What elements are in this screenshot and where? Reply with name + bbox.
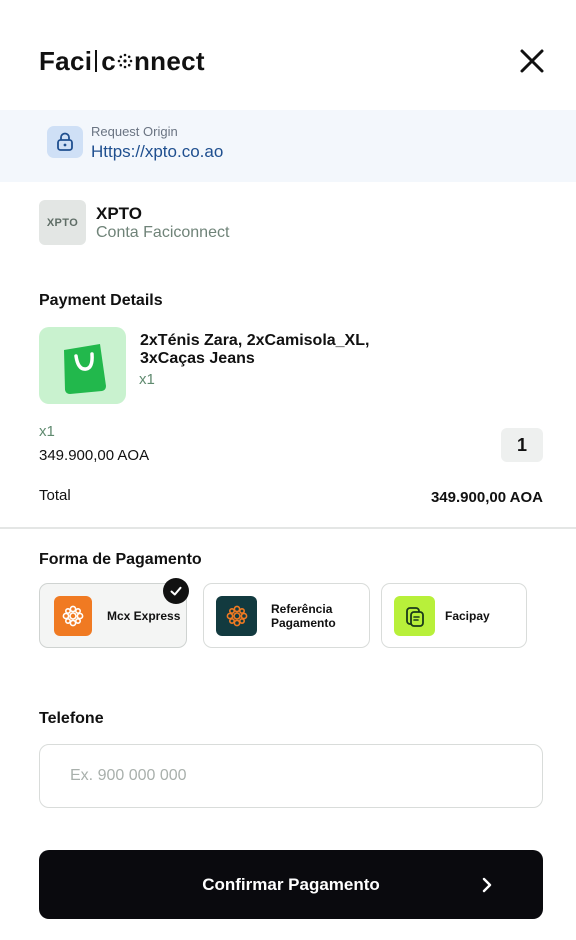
product-name: 2xTénis Zara, 2xCamisola_XL, 3xCaças Jea… — [140, 332, 370, 367]
lock-icon-container — [47, 126, 83, 158]
confirm-payment-button[interactable]: Confirmar Pagamento — [39, 850, 543, 919]
lock-icon — [57, 132, 73, 151]
phone-input[interactable] — [39, 744, 543, 808]
merchant-subtitle: Conta Faciconnect — [96, 224, 230, 241]
merchant-logo: XPTO — [39, 200, 86, 245]
phone-label: Telefone — [39, 710, 104, 727]
header: Faci c nnect — [0, 0, 576, 110]
payment-option-facipay[interactable]: Facipay — [381, 583, 527, 648]
mcx-express-icon — [54, 595, 92, 636]
chevron-right-icon — [482, 877, 492, 893]
product-quantity: x1 — [139, 371, 155, 388]
origin-label: Request Origin — [91, 124, 178, 139]
logo-separator — [95, 50, 98, 72]
facipay-icon — [394, 595, 435, 636]
total-label: Total — [39, 487, 71, 504]
product-image — [39, 327, 126, 404]
mcx-express-label: Mcx Express — [107, 608, 181, 623]
item-price: 349.900,00 AOA — [39, 447, 150, 464]
item-quantity-label: x1 — [39, 423, 55, 440]
faciconnect-logo: Faci c nnect — [39, 45, 205, 76]
selected-check-icon — [163, 578, 189, 604]
merchant-name: XPTO — [96, 204, 142, 223]
payment-option-referencia[interactable]: Referência Pagamento — [203, 583, 370, 648]
origin-url: Https://xpto.co.ao — [91, 142, 224, 161]
total-value: 349.900,00 AOA — [430, 489, 543, 506]
request-origin-panel — [0, 110, 576, 182]
referencia-pagamento-icon — [216, 595, 257, 636]
logo-dot-icon — [117, 53, 133, 69]
facipay-label: Facipay — [445, 608, 490, 623]
confirm-payment-label: Confirmar Pagamento — [202, 874, 380, 894]
quantity-badge: 1 — [501, 428, 543, 462]
payment-method-title: Forma de Pagamento — [39, 551, 202, 568]
close-icon[interactable] — [518, 47, 546, 75]
divider — [0, 527, 576, 529]
logo-text-left: Faci — [39, 45, 93, 76]
payment-details-title: Payment Details — [39, 292, 163, 309]
logo-text-right: nnect — [134, 45, 205, 76]
shopping-bag-icon — [63, 343, 106, 394]
referencia-pagamento-label: Referência Pagamento — [271, 601, 336, 630]
